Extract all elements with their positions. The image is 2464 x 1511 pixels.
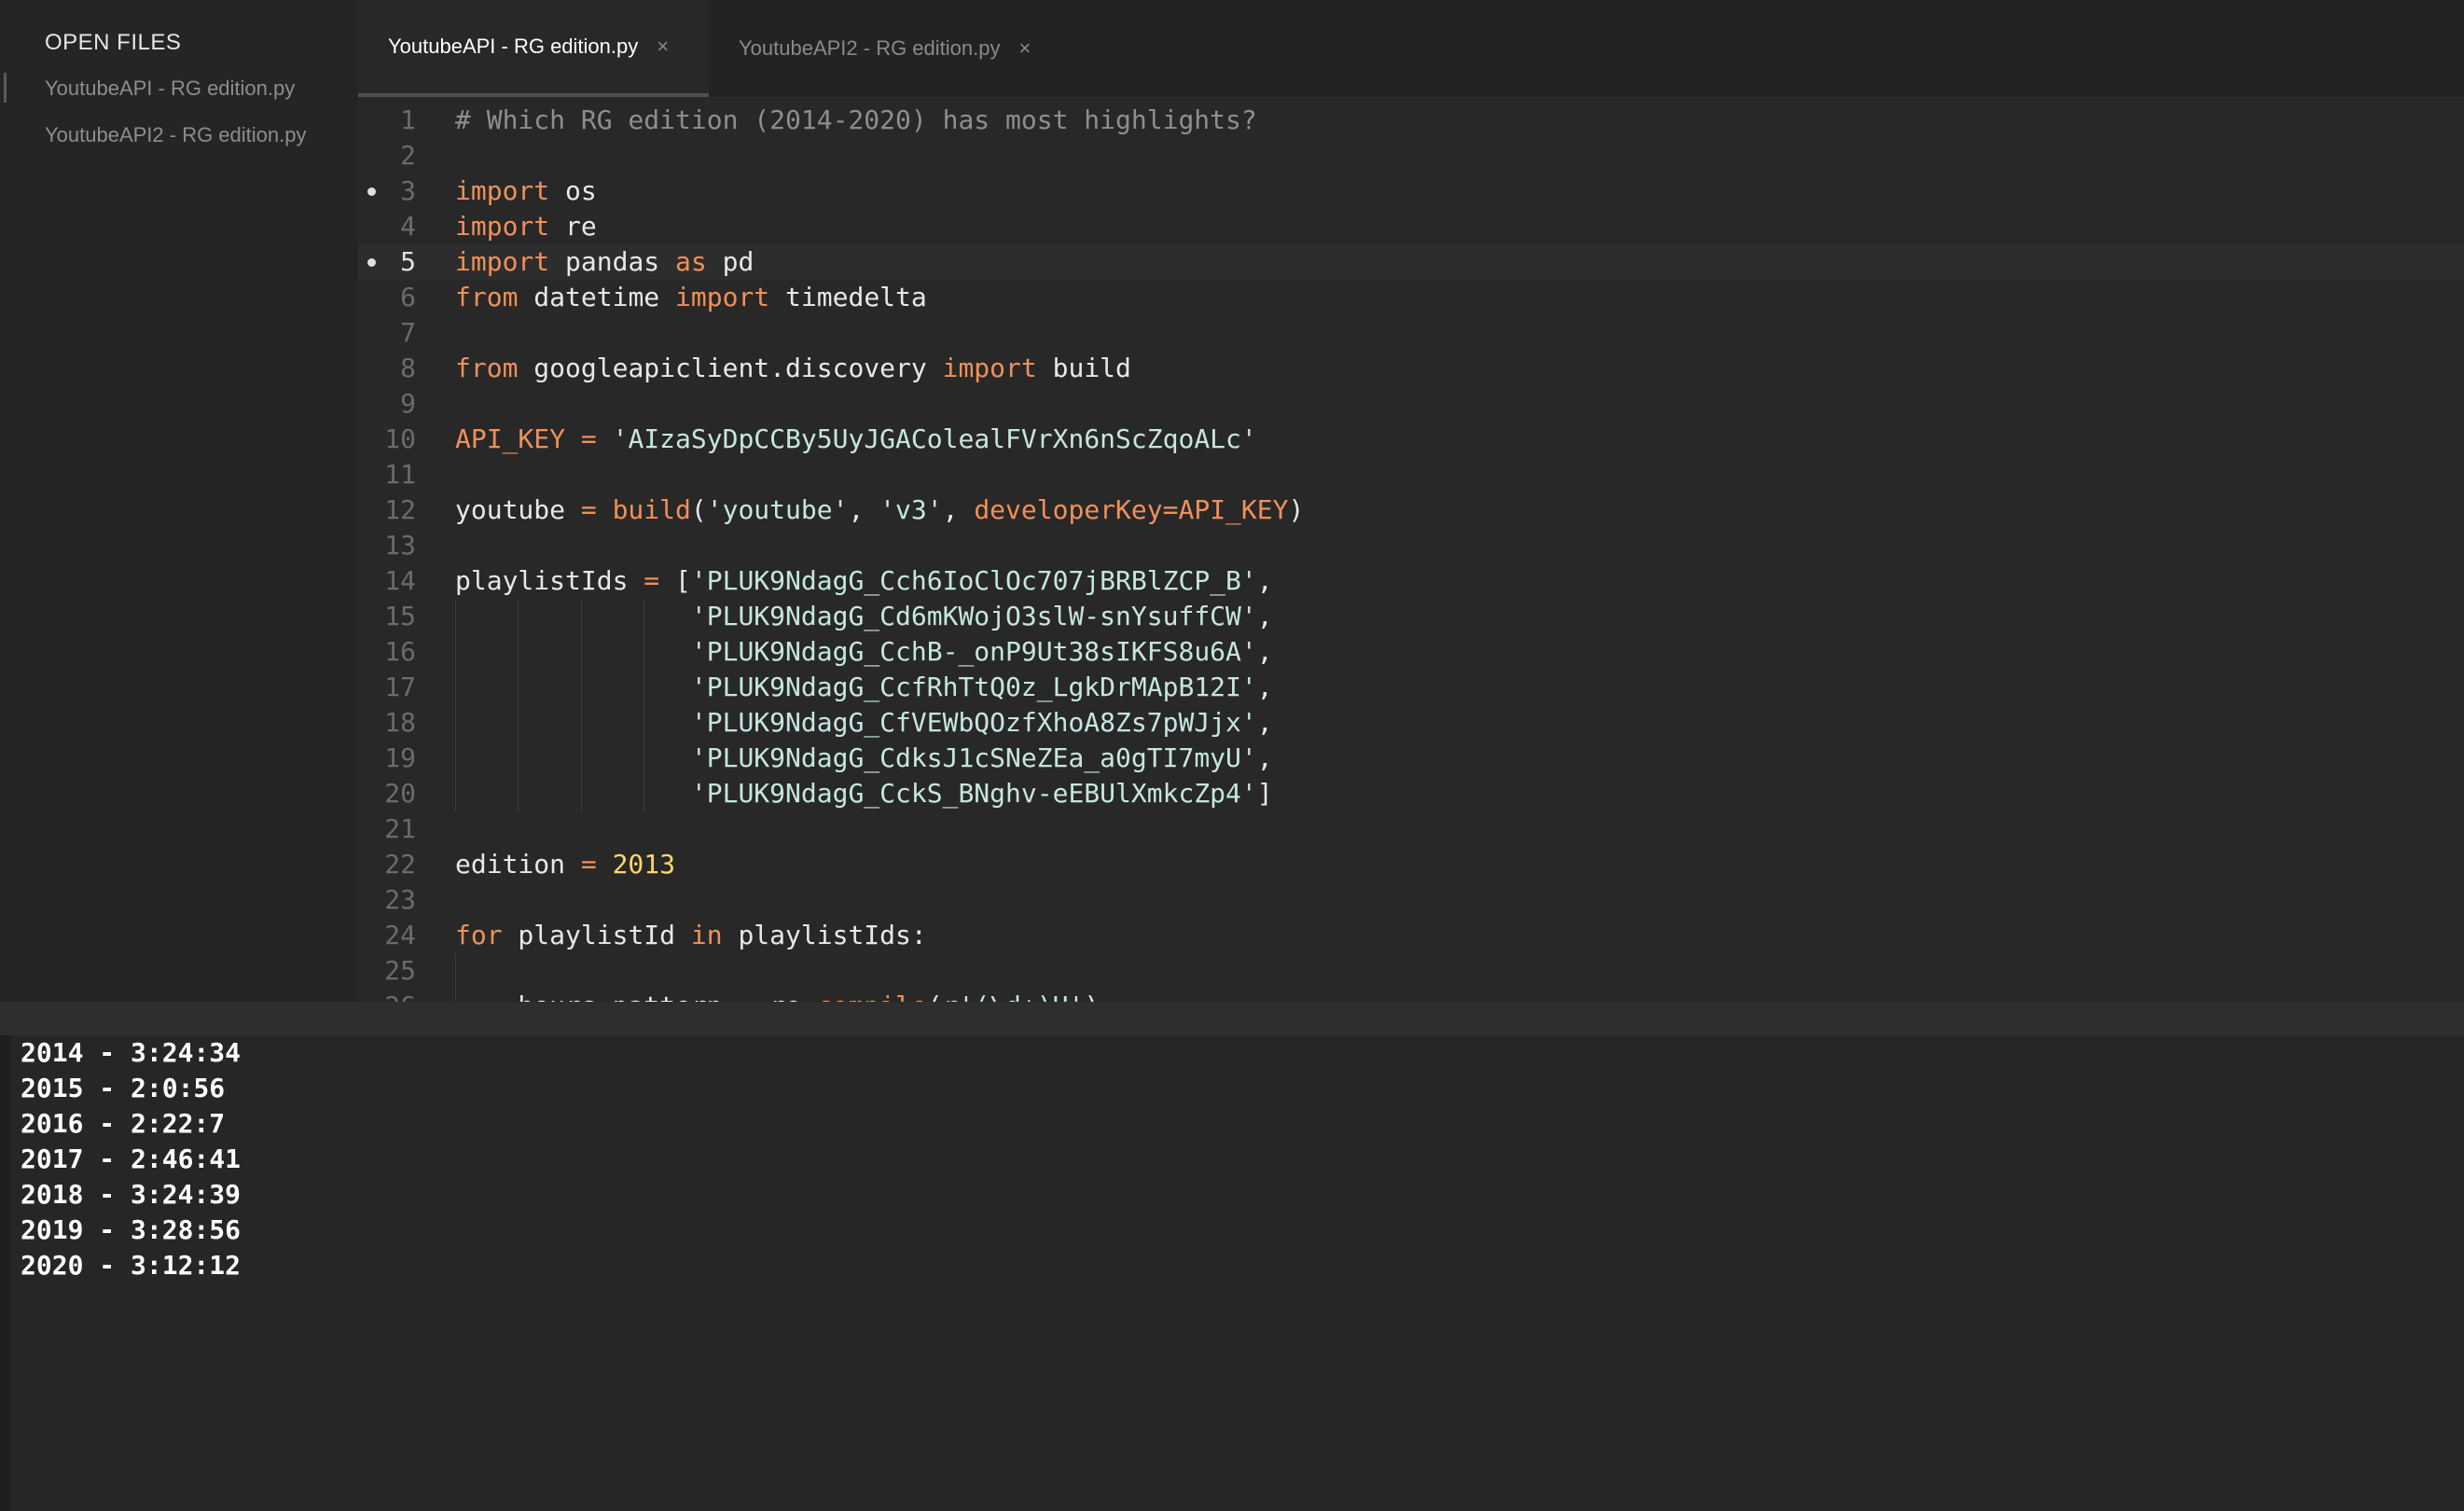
line-number: 4 [400, 211, 416, 242]
code-text: # Which RG edition (2014-2020) has most … [455, 104, 1257, 135]
code-line[interactable]: 1 # Which RG edition (2014-2020) has most… [358, 103, 2464, 138]
output-line: 2014 - 3:24:34 [21, 1037, 242, 1068]
close-icon[interactable]: × [657, 35, 669, 59]
line-number: 23 [384, 884, 416, 915]
tab-label: YoutubeAPI2 - RG edition.py [739, 36, 1001, 60]
code-text: 'PLUK9NdagG_Cd6mKWojO3slW-snYsuffCW', [690, 601, 1273, 631]
line-number: 14 [384, 565, 416, 596]
line-number: 7 [400, 317, 416, 348]
output-line: 2015 - 2:0:56 [21, 1073, 226, 1103]
line-number: 21 [384, 813, 416, 844]
line-number: 13 [384, 530, 416, 561]
line-number: 1 [400, 104, 416, 135]
code-line[interactable]: 13 [358, 528, 2464, 563]
code-text: youtube = build('youtube', 'v3', develop… [455, 494, 1305, 525]
code-line[interactable]: 15 'PLUK9NdagG_Cd6mKWojO3slW-snYsuffCW', [358, 599, 2464, 634]
close-icon[interactable]: × [1018, 36, 1031, 61]
line-number: 12 [384, 494, 416, 525]
code-text: 'PLUK9NdagG_CcfRhTtQ0z_LgkDrMApB12I', [690, 672, 1273, 702]
code-text: 'PLUK9NdagG_CfVEWbQOzfXhoA8Zs7pWJjx', [690, 707, 1273, 738]
code-line[interactable]: 9 [358, 386, 2464, 422]
line-number: 16 [384, 636, 416, 667]
code-line[interactable]: 22 edition = 2013 [358, 847, 2464, 882]
code-line[interactable]: 25 [358, 953, 2464, 989]
active-file-marker [4, 73, 7, 103]
line-number: 6 [400, 282, 416, 312]
code-text: API_KEY = 'AIzaSyDpCCBy5UyJGAColealFVrXn… [455, 423, 1257, 454]
line-number: 11 [384, 459, 416, 490]
line-number: 5 [400, 246, 416, 277]
output-line: 2018 - 3:24:39 [21, 1179, 242, 1210]
code-line[interactable]: 6 from datetime import timedelta [358, 280, 2464, 315]
output-gutter [0, 1035, 11, 1511]
code-line[interactable]: 21 [358, 811, 2464, 847]
code-line[interactable]: 3 import os [358, 173, 2464, 209]
line-number: 26 [358, 989, 416, 1002]
code-line[interactable]: 23 [358, 882, 2464, 918]
output-panel: 2014 - 3:24:34 2015 - 2:0:56 2016 - 2:22:7… [11, 1035, 2464, 1511]
line-number: 17 [384, 672, 416, 702]
line-number: 18 [384, 707, 416, 738]
code-line[interactable]: 4 import re [358, 209, 2464, 244]
line-number: 10 [384, 423, 416, 454]
code-text: from datetime import timedelta [455, 282, 927, 312]
line-number: 19 [384, 742, 416, 773]
line-number: 15 [384, 601, 416, 631]
line-number: 20 [384, 778, 416, 809]
code-editor[interactable]: 1 # Which RG edition (2014-2020) has most… [358, 97, 2464, 1002]
code-line[interactable]: 24 for playlistId in playlistIds: [358, 918, 2464, 953]
code-line[interactable]: 8 from googleapiclient.discovery import b… [358, 351, 2464, 386]
tab-youtubeapi[interactable]: YoutubeAPI - RG edition.py × [358, 0, 709, 97]
code-text: from googleapiclient.discovery import bu… [455, 353, 1131, 383]
code-line[interactable]: 16 'PLUK9NdagG_CchB-_onP9Ut38sIKFS8u6A', [358, 634, 2464, 670]
line-number: 8 [400, 353, 416, 383]
tab-label: YoutubeAPI - RG edition.py [388, 35, 639, 58]
tab-youtubeapi2[interactable]: YoutubeAPI2 - RG edition.py × [709, 0, 1100, 97]
code-text: hours_pattern = re.compile(r'(\d+)H') [455, 989, 1100, 1002]
sidebar-file-youtubeapi2[interactable]: YoutubeAPI2 - RG edition.py [45, 123, 306, 147]
code-line[interactable]: 26 hours_pattern = re.compile(r'(\d+)H') [358, 989, 2464, 1002]
line-number: 2 [400, 140, 416, 171]
line-number: 22 [384, 849, 416, 880]
open-files-title: OPEN FILES [45, 30, 182, 55]
code-line[interactable]: 10 API_KEY = 'AIzaSyDpCCBy5UyJGAColealFVr… [358, 422, 2464, 457]
tab-bar: YoutubeAPI - RG edition.py × YoutubeAPI2… [358, 0, 2464, 97]
code-line[interactable]: 7 [358, 315, 2464, 351]
code-text: 'PLUK9NdagG_CckS_BNghv-eEBUlXmkcZp4'] [690, 778, 1273, 809]
code-line[interactable]: 18 'PLUK9NdagG_CfVEWbQOzfXhoA8Zs7pWJjx', [358, 705, 2464, 741]
output-line: 2020 - 3:12:12 [21, 1250, 242, 1281]
output-line: 2017 - 2:46:41 [21, 1144, 242, 1174]
output-line: 2016 - 2:22:7 [21, 1108, 226, 1139]
line-number: 3 [400, 175, 416, 206]
code-line[interactable]: 17 'PLUK9NdagG_CcfRhTtQ0z_LgkDrMApB12I', [358, 670, 2464, 705]
sidebar-file-youtubeapi[interactable]: YoutubeAPI - RG edition.py [45, 76, 295, 101]
code-line[interactable]: 14 playlistIds = ['PLUK9NdagG_Cch6IoClOc7… [358, 563, 2464, 599]
code-line[interactable]: 2 [358, 138, 2464, 173]
line-number: 9 [400, 388, 416, 419]
code-line[interactable]: 11 [358, 457, 2464, 492]
code-line[interactable]: 19 'PLUK9NdagG_CdksJ1cSNeZEa_a0gTI7myU', [358, 741, 2464, 776]
code-text: import pandas as pd [455, 246, 754, 277]
code-text: edition = 2013 [455, 849, 676, 880]
code-text: for playlistId in playlistIds: [455, 920, 927, 950]
code-text: 'PLUK9NdagG_CchB-_onP9Ut38sIKFS8u6A', [690, 636, 1273, 667]
code-text: playlistIds = ['PLUK9NdagG_Cch6IoClOc707… [455, 565, 1273, 596]
code-text: import re [455, 211, 597, 242]
code-line[interactable]: 20 'PLUK9NdagG_CckS_BNghv-eEBUlXmkcZp4'] [358, 776, 2464, 811]
code-line[interactable]: 12 youtube = build('youtube', 'v3', devel… [358, 492, 2464, 528]
code-text: 'PLUK9NdagG_CdksJ1cSNeZEa_a0gTI7myU', [690, 742, 1273, 773]
sidebar: OPEN FILES YoutubeAPI - RG edition.py Yo… [0, 0, 358, 1026]
panel-divider[interactable] [0, 1002, 2464, 1035]
code-line[interactable]: 5 import pandas as pd [358, 244, 2464, 280]
output-line: 2019 - 3:28:56 [21, 1214, 242, 1245]
indent-guide [455, 953, 456, 989]
line-number: 25 [384, 955, 416, 986]
line-number: 24 [384, 920, 416, 950]
code-text: import os [455, 175, 597, 206]
